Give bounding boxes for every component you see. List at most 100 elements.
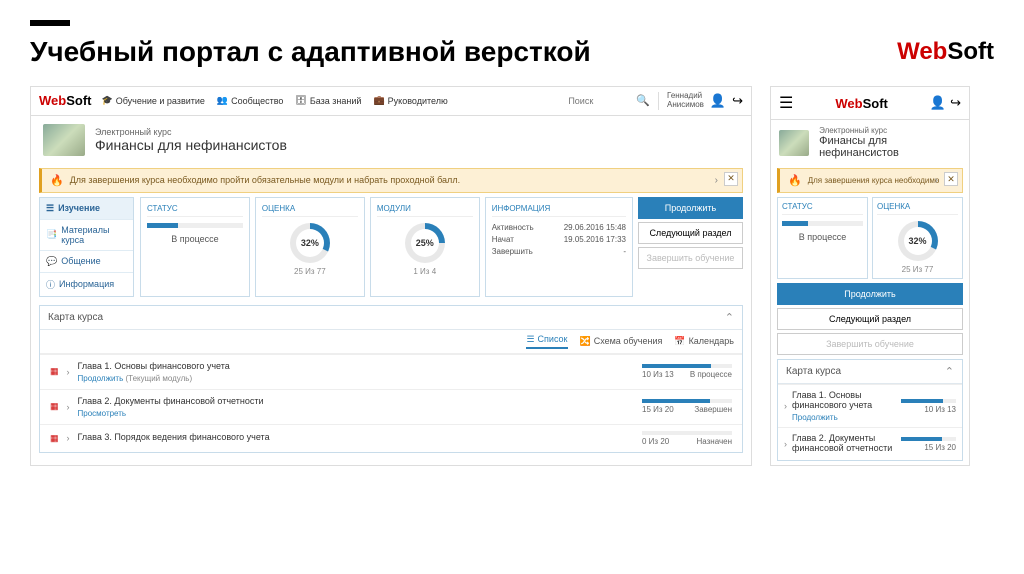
status-value: В процессе: [147, 234, 243, 244]
people-icon: 👥: [217, 95, 228, 106]
chapter-meta: 15 Из 20Завершен: [642, 399, 732, 414]
sidebar-study[interactable]: ☰Изучение: [40, 198, 133, 220]
score-card: ОЦЕНКА 25 Из 77: [255, 197, 365, 297]
course-sidebar: ☰Изучение 📑Материалы курса 💬Общение ⓘИнф…: [39, 197, 134, 297]
chapter-title: Глава 3. Порядок ведения финансового уче…: [78, 432, 634, 442]
chevron-right-icon[interactable]: ›: [715, 175, 718, 186]
chapter-link[interactable]: Продолжить (Текущий модуль): [78, 374, 193, 383]
tab-list[interactable]: ☰Список: [526, 334, 567, 349]
briefcase-icon: 💼: [373, 95, 384, 106]
alert-text: Для завершения курса необходимо пройти о…: [70, 175, 460, 185]
modules-card: МОДУЛИ 1 Из 4: [370, 197, 480, 297]
chapter-meta: 0 Из 20Назначен: [642, 431, 732, 446]
status-progress: [782, 221, 863, 226]
app-logo[interactable]: WebSoft: [835, 96, 888, 111]
chapter-row[interactable]: ▦ › Глава 1. Основы финансового учета Пр…: [40, 354, 742, 389]
logout-icon[interactable]: ↪: [732, 93, 743, 109]
chapter-meta: 10 Из 13: [901, 399, 956, 414]
sidebar-info[interactable]: ⓘИнформация: [40, 273, 133, 296]
score-label: ОЦЕНКА: [262, 204, 358, 217]
files-icon: 📑: [46, 229, 57, 240]
tab-scheme[interactable]: 🔀Схема обучения: [580, 334, 663, 349]
modules-label: МОДУЛИ: [377, 204, 473, 217]
next-section-button[interactable]: Следующий раздел: [777, 308, 963, 330]
info-icon: ⓘ: [46, 278, 55, 291]
finish-button[interactable]: Завершить обучение: [777, 333, 963, 355]
flame-icon: 🔥: [50, 174, 64, 187]
nav-community[interactable]: 👥Сообщество: [217, 95, 284, 106]
info-label: ИНФОРМАЦИЯ: [492, 204, 626, 217]
logout-icon[interactable]: ↪: [950, 95, 961, 111]
alert-text: Для завершения курса необходимо: [808, 176, 940, 185]
chapter-row[interactable]: ▦ › Глава 2. Документы финансовой отчетн…: [40, 389, 742, 424]
chapter-title: Глава 1. Основы финансового учета: [792, 390, 896, 410]
chevron-right-icon[interactable]: ›: [67, 433, 70, 443]
list-icon: ☰: [46, 203, 54, 214]
chapter-title: Глава 2. Документы финансовой отчетности: [78, 396, 634, 406]
sidebar-discuss[interactable]: 💬Общение: [40, 251, 133, 273]
status-card: СТАТУС В процессе: [140, 197, 250, 297]
score-donut: [290, 223, 330, 263]
hamburger-icon[interactable]: ☰: [779, 93, 793, 113]
nav-kb[interactable]: 🗄База знаний: [295, 95, 361, 106]
chevron-right-icon[interactable]: ›: [935, 175, 938, 186]
close-icon[interactable]: ✕: [944, 172, 958, 186]
diagram-icon: 🔀: [580, 336, 591, 347]
chapter-row[interactable]: › Глава 2. Документы финансовой отчетнос…: [778, 427, 962, 460]
chapter-row[interactable]: › Глава 1. Основы финансового учета Прод…: [778, 384, 962, 427]
course-header: Электронный курс Финансы для нефинансист…: [31, 116, 751, 164]
topbar: WebSoft 🎓Обучение и развитие 👥Сообщество…: [31, 87, 751, 116]
chapter-meta: 10 Из 13В процессе: [642, 364, 732, 379]
course-type: Электронный курс: [95, 127, 287, 137]
decorative-dash: [30, 20, 70, 26]
calendar-icon: 📅: [674, 336, 685, 347]
status-card: СТАТУС В процессе: [777, 197, 868, 279]
chapter-title: Глава 2. Документы финансовой отчетности: [792, 433, 896, 453]
collapse-icon[interactable]: ⌃: [725, 311, 734, 324]
chevron-right-icon[interactable]: ›: [67, 367, 70, 377]
module-icon: ▦: [50, 433, 59, 444]
chapter-meta: 15 Из 20: [901, 437, 956, 452]
course-thumbnail: [43, 124, 85, 156]
user-icon[interactable]: 👤: [710, 93, 726, 109]
map-title: Карта курса: [786, 366, 841, 377]
next-section-button[interactable]: Следующий раздел: [638, 222, 743, 244]
module-icon: ▦: [50, 401, 59, 412]
course-type: Электронный курс: [819, 126, 961, 135]
completion-alert: 🔥 Для завершения курса необходимо › ✕: [777, 168, 963, 193]
continue-button[interactable]: Продолжить: [638, 197, 743, 219]
map-title: Карта курса: [48, 312, 103, 323]
info-card: ИНФОРМАЦИЯ Активность29.06.2016 15:48 На…: [485, 197, 633, 297]
desktop-screenshot: WebSoft 🎓Обучение и развитие 👥Сообщество…: [30, 86, 752, 466]
nav-manager[interactable]: 💼Руководителю: [373, 95, 447, 106]
nav-learning[interactable]: 🎓Обучение и развитие: [102, 95, 205, 106]
collapse-icon[interactable]: ⌃: [945, 365, 954, 378]
tab-calendar[interactable]: 📅Календарь: [674, 334, 734, 349]
list-icon: ☰: [526, 334, 534, 345]
user-name: ГеннадийАнисимов: [667, 92, 704, 110]
course-title: Финансы для нефинансистов: [95, 137, 287, 153]
search-input[interactable]: [568, 96, 628, 106]
chapter-link[interactable]: Продолжить: [792, 413, 838, 422]
module-icon: ▦: [50, 366, 59, 377]
chat-icon: 💬: [46, 256, 57, 267]
score-sub: 25 Из 77: [262, 267, 358, 276]
slide-title: Учебный портал с адаптивной версткой: [30, 36, 591, 68]
chevron-right-icon[interactable]: ›: [67, 402, 70, 412]
chevron-right-icon[interactable]: ›: [784, 401, 787, 411]
score-donut: [898, 221, 938, 261]
chevron-right-icon[interactable]: ›: [784, 439, 787, 449]
chapter-title: Глава 1. Основы финансового учета: [78, 361, 634, 371]
user-icon[interactable]: 👤: [930, 95, 946, 111]
mobile-screenshot: ☰ WebSoft 👤 ↪ Электронный курс Финансы д…: [770, 86, 970, 466]
finish-button[interactable]: Завершить обучение: [638, 247, 743, 269]
search-icon[interactable]: 🔍: [636, 94, 650, 107]
continue-button[interactable]: Продолжить: [777, 283, 963, 305]
chapter-link[interactable]: Просмотреть: [78, 409, 127, 418]
action-buttons: Продолжить Следующий раздел Завершить об…: [638, 197, 743, 297]
course-thumbnail: [779, 130, 809, 156]
chapter-row[interactable]: ▦ › Глава 3. Порядок ведения финансового…: [40, 424, 742, 452]
app-logo[interactable]: WebSoft: [39, 93, 92, 108]
close-icon[interactable]: ✕: [724, 172, 738, 186]
sidebar-materials[interactable]: 📑Материалы курса: [40, 220, 133, 251]
